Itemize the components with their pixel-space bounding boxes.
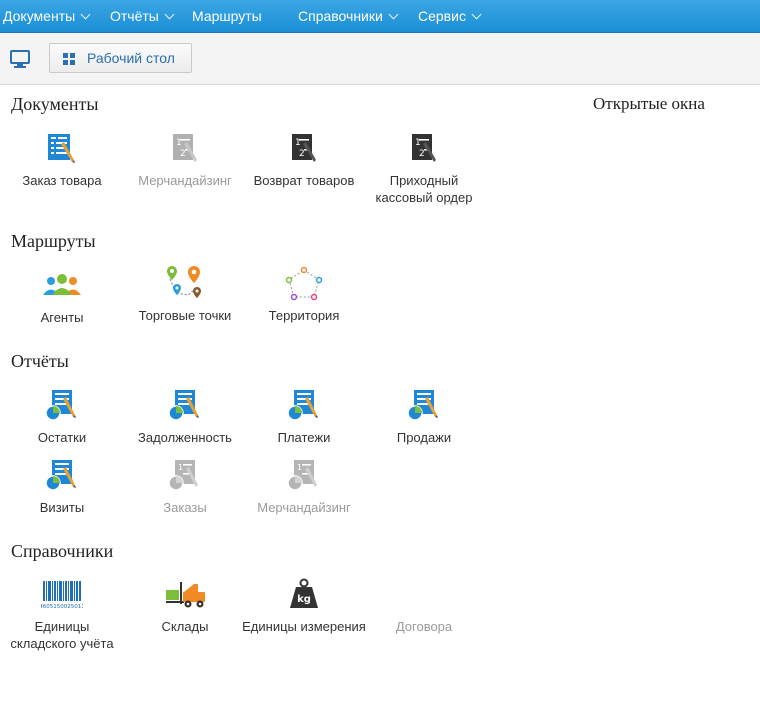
section-title-references: Справочники	[11, 541, 114, 561]
report-icon	[168, 390, 199, 421]
cash-receipt-icon: 1 2	[412, 134, 436, 162]
tile-orders-report[interactable]: 1 Заказы	[123, 459, 247, 516]
desktop-button[interactable]: Рабочий стол	[49, 43, 192, 73]
tile-stock-units[interactable]: 4605150025011 Единицы складского учёта	[0, 578, 124, 652]
tile-label: Визиты	[39, 500, 85, 515]
tile-label: Мерчандайзинг	[257, 500, 351, 515]
tile-label: Мерчандайзинг	[138, 173, 232, 188]
tile-outlets[interactable]: Торговые точки	[123, 265, 247, 324]
tile-label: Возврат товаров	[253, 173, 355, 188]
tile-agents[interactable]: Агенты	[0, 269, 124, 326]
tile-label: Склады	[161, 619, 209, 634]
monitor-icon[interactable]	[10, 50, 30, 68]
chevron-down-icon	[471, 9, 482, 20]
report-icon	[45, 390, 76, 421]
grid-icon	[63, 53, 75, 65]
svg-text:2: 2	[180, 149, 186, 159]
merch-doc-icon: 1 2	[173, 134, 197, 162]
tile-warehouses[interactable]: Склады	[123, 578, 247, 635]
menu-reports[interactable]: Отчёты	[110, 0, 175, 33]
tile-debt[interactable]: Задолженность	[123, 389, 247, 446]
agents-icon	[43, 274, 81, 295]
tile-territory[interactable]: Территория	[242, 267, 366, 324]
toolbar: Рабочий стол	[0, 33, 760, 85]
menu-service[interactable]: Сервис	[418, 0, 482, 33]
tile-stock[interactable]: Остатки	[0, 389, 124, 446]
territory-icon	[285, 267, 323, 301]
menu-routes[interactable]: Маршруты	[192, 0, 262, 33]
menu-references[interactable]: Справочники	[298, 0, 399, 33]
svg-text:1: 1	[297, 463, 302, 472]
tile-cash-receipt[interactable]: 1 2 Приходный кассовый ордер	[362, 132, 486, 206]
tile-label: Задолженность	[138, 430, 232, 445]
tile-measure-units[interactable]: kg Единицы измерения	[242, 578, 366, 635]
contracts-icon	[403, 578, 445, 610]
tile-returns[interactable]: 1 2 Возврат товаров	[242, 132, 366, 189]
menu-reports-label: Отчёты	[110, 8, 159, 24]
tile-label: Торговые точки	[138, 308, 232, 323]
tile-visits[interactable]: Визиты	[0, 459, 124, 516]
tile-contracts[interactable]: Договора	[362, 578, 486, 635]
return-doc-icon: 1 2	[292, 134, 316, 162]
chevron-down-icon	[164, 9, 175, 20]
tile-label: Платежи	[277, 430, 331, 445]
chevron-down-icon	[388, 9, 399, 20]
svg-text:2: 2	[299, 149, 305, 159]
report-icon	[287, 390, 318, 421]
tile-merchandising-report[interactable]: 1 Мерчандайзинг	[242, 459, 366, 516]
top-menu-bar: Документы Отчёты Маршруты Справочники Се…	[0, 0, 760, 33]
menu-service-label: Сервис	[418, 8, 466, 24]
open-windows-title: Открытые окна	[593, 94, 705, 113]
report-icon	[407, 390, 438, 421]
section-title-documents: Документы	[11, 94, 99, 114]
tile-label: Заказы	[163, 500, 207, 515]
report-icon	[45, 460, 76, 491]
tile-label: Остатки	[37, 430, 87, 445]
order-doc-icon	[48, 134, 75, 163]
menu-documents[interactable]: Документы	[3, 0, 91, 33]
forklift-icon	[166, 582, 205, 608]
tile-label: Территория	[268, 308, 340, 323]
weight-label: kg	[297, 594, 311, 605]
report-icon: 1	[287, 460, 317, 491]
tile-label: Агенты	[40, 310, 84, 325]
tile-label: Единицы складского учёта	[10, 619, 114, 651]
tile-merchandising-doc[interactable]: 1 2 Мерчандайзинг	[123, 132, 247, 189]
tile-label: Приходный кассовый ордер	[375, 173, 473, 205]
tile-label: Договора	[395, 619, 453, 634]
tile-order[interactable]: Заказ товара	[0, 132, 124, 189]
tile-label: Продажи	[396, 430, 452, 445]
weight-icon: kg	[290, 578, 318, 608]
menu-references-label: Справочники	[298, 8, 383, 24]
tile-sales[interactable]: Продажи	[362, 389, 486, 446]
tile-label: Единицы измерения	[242, 619, 366, 634]
barcode-number: 4605150025011	[41, 604, 83, 610]
desktop-button-label: Рабочий стол	[87, 50, 175, 66]
menu-documents-label: Документы	[3, 8, 76, 24]
svg-text:1: 1	[178, 463, 183, 472]
report-icon: 1	[168, 460, 198, 491]
section-title-routes: Маршруты	[11, 231, 96, 251]
section-title-reports: Отчёты	[11, 351, 69, 371]
tile-label: Заказ товара	[22, 173, 102, 188]
chevron-down-icon	[80, 9, 91, 20]
svg-text:2: 2	[419, 149, 425, 159]
menu-routes-label: Маршруты	[192, 8, 262, 24]
tile-payments[interactable]: Платежи	[242, 389, 366, 446]
map-pins-icon	[167, 266, 201, 298]
barcode-icon: 4605150025011	[41, 581, 83, 610]
